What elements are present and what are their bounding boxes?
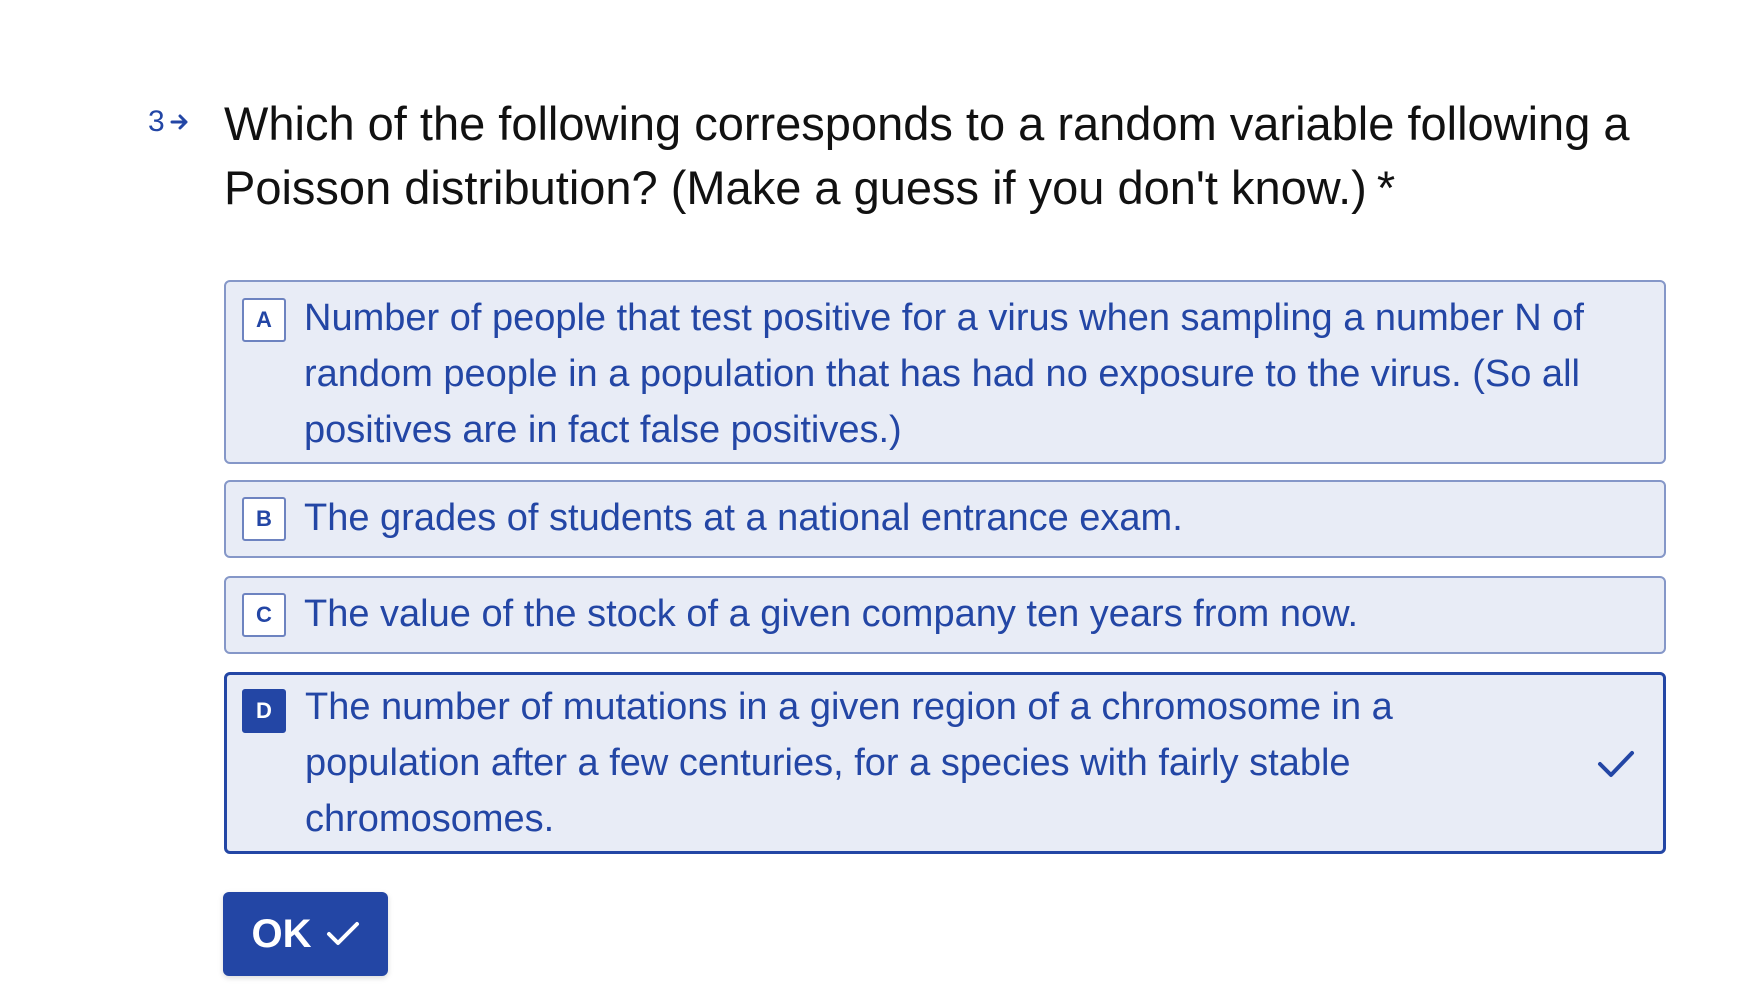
checkmark-icon [1598,751,1634,777]
choice-b[interactable]: B The grades of students at a national e… [224,480,1666,558]
ok-button[interactable]: OK [223,892,388,976]
choice-label-b: The grades of students at a national ent… [304,497,1183,539]
choice-label-c: The value of the stock of a given compan… [304,593,1358,635]
choice-c[interactable]: C The value of the stock of a given comp… [224,576,1666,654]
choice-key-a: A [242,298,286,342]
ok-button-label: OK [251,911,312,956]
choice-key-b: B [242,497,286,541]
question-number: 3 [148,104,191,140]
checkmark-icon [326,922,359,945]
choice-key-c: C [242,593,286,637]
choice-key-d: D [242,689,286,733]
question-title: Which of the following corresponds to a … [224,92,1664,220]
arrow-right-icon [170,114,188,130]
choice-a[interactable]: A Number of people that test positive fo… [224,280,1666,464]
choice-d[interactable]: D The number of mutations in a given reg… [224,672,1666,854]
question-number-label: 3 [148,105,165,138]
required-marker: * [1376,161,1396,214]
choice-label-a: Number of people that test positive for … [304,297,1584,451]
question-text: Which of the following corresponds to a … [224,97,1630,214]
choice-label-d: The number of mutations in a given regio… [305,686,1393,840]
typeform-question-page: 3 Which of the following corresponds to … [0,0,1748,996]
